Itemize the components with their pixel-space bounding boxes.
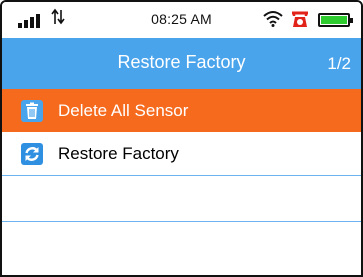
status-bar: 08:25 AM	[2, 2, 361, 38]
page-title: Restore Factory	[117, 52, 246, 72]
battery-fill	[321, 16, 347, 24]
menu-item-label: Delete All Sensor	[58, 101, 189, 120]
menu-item-empty	[2, 222, 361, 268]
page-indicator: 1/2	[327, 54, 351, 73]
menu-list: Delete All Sensor Restore Factory	[2, 89, 361, 268]
battery-icon	[318, 13, 353, 27]
menu-item-label: Restore Factory	[58, 144, 179, 163]
menu-item-delete-all-sensor[interactable]: Delete All Sensor	[2, 89, 361, 132]
alarm-icon	[292, 11, 308, 27]
header-bar: Restore Factory 1/2	[2, 38, 361, 89]
menu-item-empty	[2, 176, 361, 222]
trash-icon	[21, 100, 43, 122]
wifi-icon	[263, 11, 283, 27]
menu-item-restore-factory[interactable]: Restore Factory	[2, 132, 361, 176]
device-screen: 08:25 AM Restore Factory 1/2 Delete All …	[0, 0, 363, 277]
refresh-icon	[21, 143, 43, 165]
